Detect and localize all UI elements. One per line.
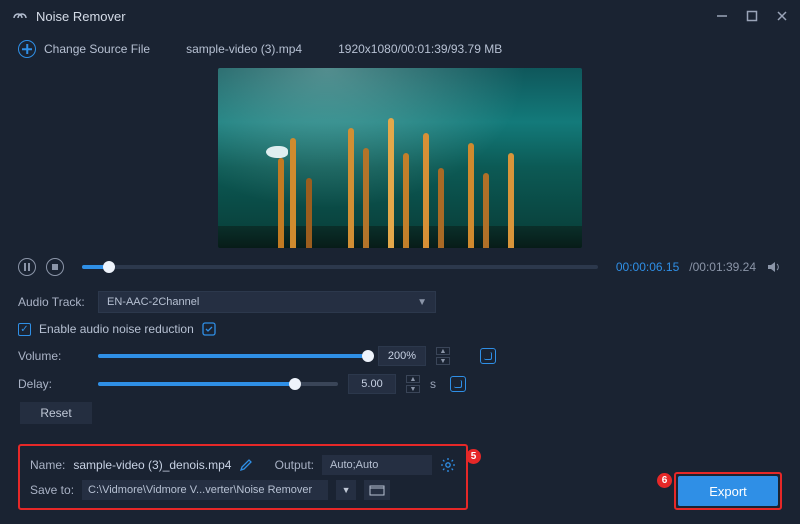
player-controls: 00:00:06.15/00:01:39.24 (0, 248, 800, 282)
edit-name-icon[interactable] (239, 458, 253, 472)
volume-spinner[interactable]: ▲▼ (436, 347, 450, 365)
output-settings-panel: Name: sample-video (3)_denois.mp4 Output… (18, 444, 468, 510)
delay-label: Delay: (18, 377, 88, 391)
audio-controls-panel: Audio Track: EN-AAC-2Channel ▼ ✓ Enable … (0, 282, 800, 430)
app-logo-icon (12, 8, 28, 24)
volume-slider[interactable] (98, 354, 368, 358)
delay-spinner[interactable]: ▲▼ (406, 375, 420, 393)
window-title: Noise Remover (36, 9, 716, 24)
volume-icon[interactable] (766, 259, 782, 275)
current-time: 00:00:06.15 (616, 260, 679, 274)
plus-circle-icon (18, 40, 36, 58)
delay-sync-icon[interactable] (450, 376, 466, 392)
export-button-highlight: Export (674, 472, 782, 510)
output-label: Output: (275, 458, 314, 472)
bottom-bar: Name: sample-video (3)_denois.mp4 Output… (0, 436, 800, 524)
audio-track-value: EN-AAC-2Channel (107, 296, 199, 308)
seek-thumb[interactable] (103, 261, 115, 273)
volume-sync-icon[interactable] (480, 348, 496, 364)
noise-reduction-label: Enable audio noise reduction (39, 322, 194, 336)
save-path-dropdown[interactable]: ▼ (336, 480, 356, 500)
output-format-select[interactable]: Auto;Auto (322, 455, 432, 475)
total-time: /00:01:39.24 (689, 260, 756, 274)
source-toolbar: Change Source File sample-video (3).mp4 … (0, 32, 800, 66)
name-label: Name: (30, 458, 65, 472)
change-source-button[interactable]: Change Source File (18, 40, 150, 58)
delay-slider[interactable] (98, 382, 338, 386)
seek-slider[interactable] (82, 265, 598, 269)
save-path-value: C:\Vidmore\Vidmore V...verter\Noise Remo… (88, 484, 312, 496)
callout-5: 5 (466, 449, 481, 464)
callout-6: 6 (657, 473, 672, 488)
audio-track-label: Audio Track: (18, 295, 88, 309)
minimize-button[interactable] (716, 10, 728, 22)
volume-label: Volume: (18, 349, 88, 363)
close-button[interactable] (776, 10, 788, 22)
export-button[interactable]: Export (678, 476, 778, 506)
output-settings-icon[interactable] (440, 457, 456, 473)
reset-button[interactable]: Reset (20, 402, 92, 424)
delay-value[interactable]: 5.00 (348, 374, 396, 394)
change-source-label: Change Source File (44, 42, 150, 56)
source-file-info: 1920x1080/00:01:39/93.79 MB (338, 42, 502, 56)
maximize-button[interactable] (746, 10, 758, 22)
chevron-down-icon: ▼ (417, 297, 427, 308)
noise-reduction-checkbox[interactable]: ✓ (18, 323, 31, 336)
output-name-value: sample-video (3)_denois.mp4 (73, 458, 231, 472)
open-folder-button[interactable] (364, 480, 390, 500)
save-path-field[interactable]: C:\Vidmore\Vidmore V...verter\Noise Remo… (82, 480, 328, 500)
noise-reduction-icon (202, 322, 216, 336)
stop-button[interactable] (46, 258, 64, 276)
volume-thumb[interactable] (362, 350, 374, 362)
pause-button[interactable] (18, 258, 36, 276)
audio-track-select[interactable]: EN-AAC-2Channel ▼ (98, 291, 436, 313)
source-file-name: sample-video (3).mp4 (186, 42, 302, 56)
saveto-label: Save to: (30, 483, 74, 497)
video-preview[interactable] (218, 68, 582, 248)
output-format-value: Auto;Auto (330, 459, 378, 471)
delay-thumb[interactable] (289, 378, 301, 390)
volume-value[interactable]: 200% (378, 346, 426, 366)
delay-unit: s (430, 377, 440, 391)
title-bar: Noise Remover (0, 0, 800, 32)
